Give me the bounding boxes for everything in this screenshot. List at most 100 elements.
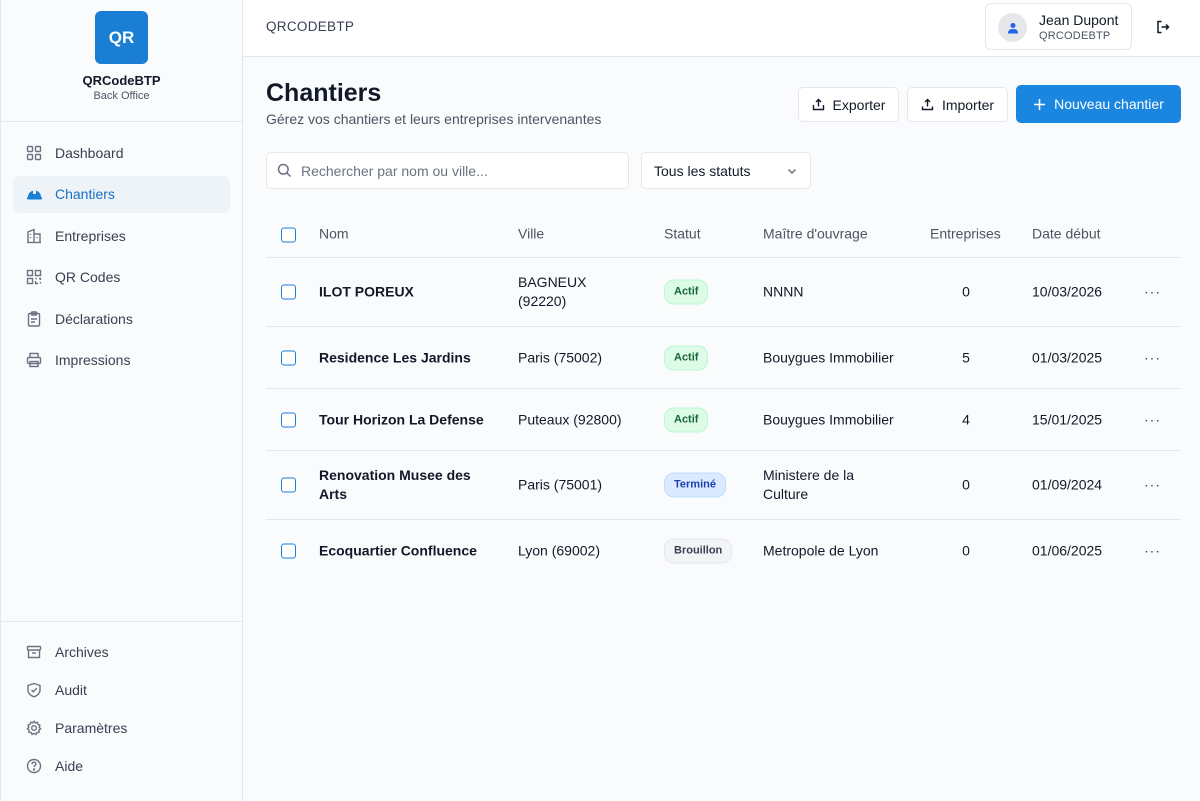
row-checkbox[interactable] xyxy=(281,350,296,365)
sidebar-item-parametres[interactable]: Paramètres xyxy=(13,709,230,746)
logout-button[interactable] xyxy=(1153,17,1173,37)
main-nav: Dashboard Chantiers Entreprises QR Codes… xyxy=(1,122,242,379)
table-row[interactable]: Tour Horizon La Defense Puteaux (92800) … xyxy=(266,389,1181,451)
sidebar-item-label: Entreprises xyxy=(55,227,126,244)
user-name: Jean Dupont xyxy=(1039,12,1119,28)
secondary-nav: Archives Audit Paramètres Aide xyxy=(1,621,242,785)
cell-date-debut: 01/03/2025 xyxy=(1032,349,1103,365)
sidebar-item-label: Aide xyxy=(55,757,84,774)
sidebar-item-label: Audit xyxy=(55,681,87,698)
gear-icon xyxy=(25,719,43,737)
sidebar-item-aide[interactable]: Aide xyxy=(13,747,230,784)
cell-maitre-ouvrage: Bouygues Immobilier xyxy=(763,411,894,427)
cell-nom: Renovation Musee des Arts xyxy=(319,467,471,502)
status-filter-select[interactable]: Tous les statuts xyxy=(641,152,811,189)
cell-statut: Brouillon xyxy=(664,538,733,564)
sidebar-item-impressions[interactable]: Impressions xyxy=(13,342,230,379)
cell-entreprises: 4 xyxy=(962,411,970,427)
export-label: Exporter xyxy=(832,96,886,113)
hard-hat-icon xyxy=(25,185,43,203)
sidebar-item-declarations[interactable]: Déclarations xyxy=(13,300,230,337)
shield-check-icon xyxy=(25,681,43,699)
cell-statut: Terminé xyxy=(664,472,726,498)
cell-maitre-ouvrage: Ministere de la Culture xyxy=(763,467,855,502)
row-checkbox[interactable] xyxy=(281,477,296,493)
export-button[interactable]: Exporter xyxy=(798,87,899,122)
sidebar-item-entreprises[interactable]: Entreprises xyxy=(13,217,230,254)
table-row[interactable]: Residence Les Jardins Paris (75002) Acti… xyxy=(266,327,1181,389)
cell-nom: ILOT POREUX xyxy=(319,283,414,300)
chantiers-table: Nom Ville Statut Maître d'ouvrage Entrep… xyxy=(266,212,1181,582)
row-actions-button[interactable]: ··· xyxy=(1144,410,1161,429)
col-statut[interactable]: Statut xyxy=(664,225,701,244)
printer-icon xyxy=(25,351,43,369)
status-badge: Actif xyxy=(664,345,709,370)
sidebar-item-qr-codes[interactable]: QR Codes xyxy=(13,259,230,296)
main-content: Chantiers Gérez vos chantiers et leurs e… xyxy=(243,57,1200,801)
search-icon xyxy=(277,163,292,178)
sidebar-item-label: QR Codes xyxy=(55,269,121,285)
row-actions-button[interactable]: ··· xyxy=(1144,348,1161,367)
cell-date-debut: 01/06/2025 xyxy=(1032,542,1103,559)
sidebar-item-label: Déclarations xyxy=(55,310,133,327)
import-label: Importer xyxy=(941,96,995,113)
user-menu[interactable]: Jean Dupont QRCODEBTP xyxy=(985,3,1132,50)
clipboard-icon xyxy=(25,310,43,328)
plus-icon xyxy=(1034,98,1046,110)
cell-ville: Paris (75002) xyxy=(518,349,603,365)
select-all-checkbox[interactable] xyxy=(281,227,296,242)
status-badge: Brouillon xyxy=(664,538,733,564)
col-date-debut[interactable]: Date début xyxy=(1032,225,1101,244)
search-input[interactable] xyxy=(301,153,621,188)
col-ville[interactable]: Ville xyxy=(518,225,638,244)
col-entreprises[interactable]: Entreprises xyxy=(930,225,1002,244)
table-row[interactable]: Ecoquartier Confluence Lyon (69002) Brou… xyxy=(266,520,1181,582)
sidebar-item-label: Impressions xyxy=(55,352,131,368)
row-checkbox[interactable] xyxy=(281,543,296,559)
cell-entreprises: 5 xyxy=(962,349,970,365)
sidebar-item-archives[interactable]: Archives xyxy=(13,633,230,670)
new-chantier-button[interactable]: Nouveau chantier xyxy=(1016,85,1181,123)
cell-statut: Actif xyxy=(664,279,709,305)
brand-logo[interactable]: QR xyxy=(95,11,148,64)
status-badge: Actif xyxy=(664,407,709,432)
cell-maitre-ouvrage: Metropole de Lyon xyxy=(763,542,879,559)
cell-statut: Actif xyxy=(664,407,709,432)
brand-name: QRCodeBTP xyxy=(82,73,161,88)
chevron-down-icon xyxy=(787,168,797,175)
user-org: QRCODEBTP xyxy=(1039,30,1111,42)
status-filter-value: Tous les statuts xyxy=(654,162,751,179)
upload-icon xyxy=(921,98,934,111)
search-box xyxy=(266,152,629,189)
avatar xyxy=(998,13,1027,42)
brand: QR QRCodeBTP Back Office xyxy=(1,0,242,122)
cell-ville: Paris (75001) xyxy=(518,476,603,493)
new-chantier-label: Nouveau chantier xyxy=(1054,96,1164,112)
import-button[interactable]: Importer xyxy=(907,87,1008,122)
cell-ville: Puteaux (92800) xyxy=(518,411,622,427)
sidebar-item-audit[interactable]: Audit xyxy=(13,671,230,708)
table-row[interactable]: Renovation Musee des Arts Paris (75001) … xyxy=(266,451,1181,520)
row-checkbox[interactable] xyxy=(281,412,296,427)
sidebar-item-label: Chantiers xyxy=(55,186,115,202)
archive-icon xyxy=(25,643,43,661)
row-checkbox[interactable] xyxy=(281,284,296,300)
row-actions-button[interactable]: ··· xyxy=(1144,476,1161,495)
sidebar-item-label: Paramètres xyxy=(55,719,128,736)
page-title: Chantiers xyxy=(266,79,382,107)
table-header: Nom Ville Statut Maître d'ouvrage Entrep… xyxy=(266,212,1181,258)
topbar: QRCODEBTP Jean Dupont QRCODEBTP xyxy=(243,0,1200,57)
sidebar-item-chantiers[interactable]: Chantiers xyxy=(13,175,230,213)
sidebar-item-label: Archives xyxy=(55,643,109,660)
sidebar-item-dashboard[interactable]: Dashboard xyxy=(13,134,230,171)
row-actions-button[interactable]: ··· xyxy=(1144,283,1161,302)
col-maitre-ouvrage[interactable]: Maître d'ouvrage xyxy=(763,225,903,244)
user-icon xyxy=(1007,22,1018,33)
table-row[interactable]: ILOT POREUX BAGNEUX (92220) Actif NNNN 0… xyxy=(266,258,1181,327)
cell-ville: BAGNEUX (92220) xyxy=(518,274,587,309)
row-actions-button[interactable]: ··· xyxy=(1144,542,1161,561)
cell-ville: Lyon (69002) xyxy=(518,542,600,559)
status-badge: Terminé xyxy=(664,472,726,498)
col-nom[interactable]: Nom xyxy=(319,225,499,244)
building-icon xyxy=(25,227,43,245)
